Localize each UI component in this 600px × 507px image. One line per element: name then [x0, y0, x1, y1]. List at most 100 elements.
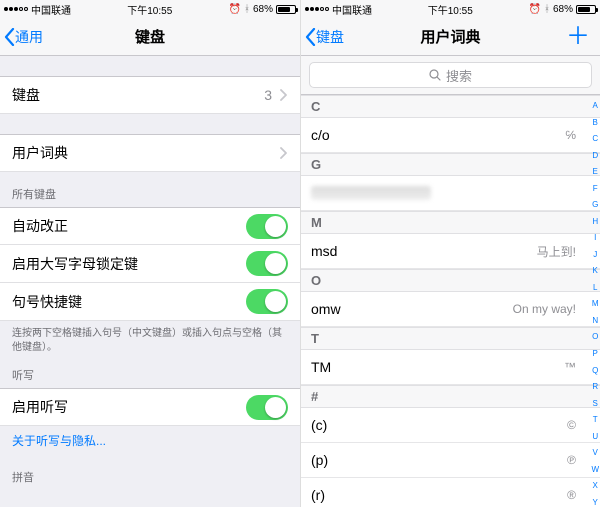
- autocorrect-cell: 自动改正: [0, 207, 300, 245]
- dictation-toggle[interactable]: [246, 395, 288, 420]
- index-letter[interactable]: N: [591, 316, 599, 325]
- chevron-right-icon: [280, 147, 288, 159]
- index-letter[interactable]: J: [591, 250, 599, 259]
- phrase-label: On my way!: [513, 302, 576, 316]
- section-header: T: [301, 327, 600, 350]
- carrier-label: 中国联通: [31, 2, 71, 17]
- index-letter[interactable]: U: [591, 432, 599, 441]
- dictation-cell: 启用听写: [0, 388, 300, 426]
- signal-strength-icon: [4, 7, 28, 11]
- index-letter[interactable]: Y: [591, 498, 599, 507]
- carrier-label: 中国联通: [332, 2, 372, 17]
- bluetooth-icon: ᚼ: [544, 4, 550, 15]
- phrase-label: ©: [567, 418, 576, 432]
- autocorrect-toggle[interactable]: [246, 214, 288, 239]
- period-shortcut-cell: 句号快捷键: [0, 283, 300, 321]
- dictionary-row[interactable]: msd 马上到!: [301, 234, 600, 269]
- dictionary-row[interactable]: c/o℅: [301, 118, 600, 153]
- section-header: G: [301, 153, 600, 176]
- index-letter[interactable]: M: [591, 299, 599, 308]
- add-button[interactable]: ＋: [566, 25, 590, 49]
- index-letter[interactable]: I: [591, 233, 599, 242]
- keyboard-settings-screen: 中国联通 下午10:55 ⏰ ᚼ 68% 通用 键盘 键盘 3: [0, 0, 300, 507]
- group-header-all-keyboards: 所有键盘: [0, 172, 300, 207]
- alarm-icon: ⏰: [529, 4, 541, 15]
- cell-label: 句号快捷键: [12, 292, 82, 312]
- index-letter[interactable]: P: [591, 349, 599, 358]
- phrase-label: ℗: [567, 453, 576, 467]
- status-time: 下午10:55: [127, 2, 172, 17]
- dictionary-row[interactable]: (c) ©: [301, 408, 600, 443]
- period-footer-text: 连按两下空格键插入句号（中文键盘）或插入句点与空格（其他键盘）。: [0, 321, 300, 361]
- search-container: 搜索: [301, 56, 600, 95]
- index-letter[interactable]: K: [591, 266, 599, 275]
- user-dictionary-cell[interactable]: 用户词典: [0, 134, 300, 172]
- shortcut-label: (r): [311, 487, 325, 503]
- search-icon: [429, 69, 441, 81]
- status-bar: 中国联通 下午10:55 ⏰ ᚼ 68%: [301, 0, 600, 18]
- phrase-label: ™: [564, 360, 576, 374]
- section-index[interactable]: ABCDEFGHIJKLMNOPQRSTUVWXYZ#: [591, 99, 599, 507]
- index-letter[interactable]: X: [591, 481, 599, 490]
- shortcut-label: (p): [311, 452, 328, 468]
- shortcut-label: TM: [311, 359, 331, 375]
- search-input[interactable]: 搜索: [309, 62, 592, 88]
- dictionary-row[interactable]: [301, 176, 600, 211]
- index-letter[interactable]: T: [591, 415, 599, 424]
- keyboards-count: 3: [264, 87, 272, 103]
- page-title: 用户词典: [420, 26, 480, 47]
- dictionary-row[interactable]: TM ™: [301, 350, 600, 385]
- dictionary-row[interactable]: (p) ℗: [301, 443, 600, 478]
- back-button[interactable]: 键盘: [305, 27, 344, 47]
- index-letter[interactable]: A: [591, 101, 599, 110]
- shortcut-label: (c): [311, 417, 327, 433]
- battery-percent: 68%: [553, 4, 573, 15]
- dictionary-row[interactable]: (r) ®: [301, 478, 600, 507]
- shortcut-label: msd: [311, 243, 337, 259]
- keyboards-cell[interactable]: 键盘 3: [0, 76, 300, 114]
- chevron-left-icon: [4, 28, 15, 46]
- back-button[interactable]: 通用: [4, 27, 43, 47]
- index-letter[interactable]: E: [591, 167, 599, 176]
- section-header: O: [301, 269, 600, 292]
- index-letter[interactable]: S: [591, 399, 599, 408]
- index-letter[interactable]: R: [591, 382, 599, 391]
- dictionary-list[interactable]: Cc/o℅GMmsd马上到!OomwOn my way!TTM™#(c)©(p)…: [301, 95, 600, 507]
- section-header: #: [301, 385, 600, 408]
- cell-label: 用户词典: [12, 143, 68, 163]
- index-letter[interactable]: H: [591, 217, 599, 226]
- index-letter[interactable]: F: [591, 184, 599, 193]
- group-header-pinyin: 拼音: [0, 455, 300, 490]
- cell-label: 键盘: [12, 85, 40, 105]
- index-letter[interactable]: V: [591, 448, 599, 457]
- group-header-dictation: 听写: [0, 361, 300, 388]
- index-letter[interactable]: B: [591, 118, 599, 127]
- dictation-privacy-link[interactable]: 关于听写与隐私...: [0, 426, 300, 455]
- alarm-icon: ⏰: [229, 4, 241, 15]
- phrase-label: ®: [567, 488, 576, 502]
- index-letter[interactable]: O: [591, 332, 599, 341]
- index-letter[interactable]: L: [591, 283, 599, 292]
- dictionary-row[interactable]: omwOn my way!: [301, 292, 600, 327]
- chevron-left-icon: [305, 28, 316, 46]
- index-letter[interactable]: Q: [591, 366, 599, 375]
- search-placeholder: 搜索: [446, 66, 472, 85]
- index-letter[interactable]: G: [591, 200, 599, 209]
- section-header: M: [301, 211, 600, 234]
- section-header: C: [301, 95, 600, 118]
- index-letter[interactable]: W: [591, 465, 599, 474]
- index-letter[interactable]: C: [591, 134, 599, 143]
- capslock-toggle[interactable]: [246, 251, 288, 276]
- signal-strength-icon: [305, 7, 329, 11]
- cell-label: 启用大写字母锁定键: [12, 254, 138, 274]
- bluetooth-icon: ᚼ: [244, 4, 250, 15]
- user-dictionary-screen: 中国联通 下午10:55 ⏰ ᚼ 68% 键盘 用户词典 ＋ 搜索: [300, 0, 600, 507]
- period-shortcut-toggle[interactable]: [246, 289, 288, 314]
- page-title: 键盘: [135, 26, 165, 47]
- battery-icon: [276, 5, 296, 14]
- phrase-label: 马上到!: [537, 243, 576, 260]
- index-letter[interactable]: D: [591, 151, 599, 160]
- battery-icon: [576, 5, 596, 14]
- cell-label: 自动改正: [12, 216, 68, 236]
- shortcut-label: [311, 186, 431, 200]
